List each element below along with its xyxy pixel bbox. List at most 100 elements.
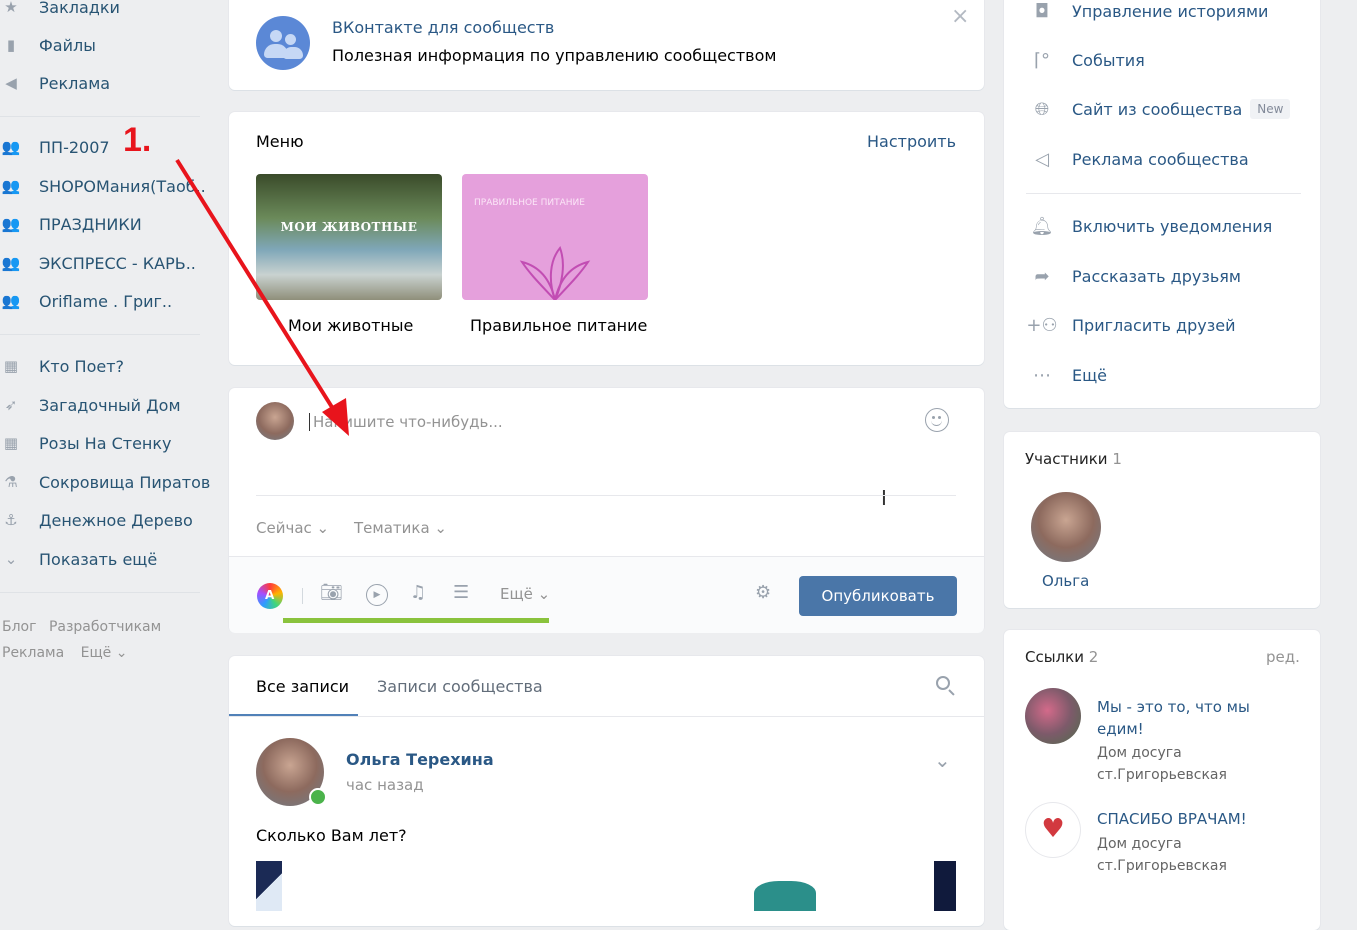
post-text: Сколько Вам лет? — [256, 826, 407, 845]
sidebar-app-item[interactable]: ▦ Розы На Стенку — [0, 428, 172, 458]
members-card: Участники 1 Ольга — [1004, 432, 1320, 608]
link-subtitle: Дом досуга ст.Григорьевская — [1097, 836, 1227, 874]
menu-item-thumb-animals[interactable]: МОИ ЖИВОТНЫЕ — [256, 174, 442, 300]
community-site-item[interactable]: 🌐︎ Сайт из сообщества New — [1024, 94, 1291, 124]
post-menu-chevron-icon[interactable]: ⌄ — [934, 748, 951, 772]
gear-icon[interactable]: ⚙ — [755, 582, 771, 603]
text-cursor-icon: I — [881, 486, 887, 510]
menu-item-thumb-nutrition[interactable]: ПРАВИЛЬНОЕ ПИТАНИЕ — [462, 174, 648, 300]
footer-blog-link[interactable]: Блог — [2, 619, 36, 635]
sidebar-app-item[interactable]: ⚓ Денежное Дерево — [0, 505, 193, 535]
menu-card: Меню Настроить МОИ ЖИВОТНЫЕ Мои животные… — [229, 112, 984, 365]
members-title[interactable]: Участники 1 — [1025, 450, 1122, 468]
events-item[interactable]: ⌈° События — [1024, 45, 1145, 75]
anchor-icon: ⚓ — [4, 511, 18, 529]
megaphone-icon: ◀ — [5, 74, 17, 92]
sidebar-item-bookmarks[interactable]: ★ Закладки — [0, 0, 120, 22]
online-status-dot — [309, 788, 327, 806]
toolbar-divider — [302, 588, 303, 604]
more-item[interactable]: ⋯ Ещё — [1024, 360, 1107, 390]
links-title[interactable]: Ссылки 2 — [1025, 648, 1098, 666]
link-title[interactable]: Мы - это то, что мы едим! — [1097, 696, 1287, 740]
rocket-icon: ➶ — [4, 396, 18, 414]
links-card: Ссылки 2 ред. Мы - это то, что мы едим! … — [1004, 630, 1320, 930]
post-image-fragment — [256, 861, 282, 911]
music-icon[interactable]: ♫ — [410, 582, 426, 603]
group-icon: 👥 — [1, 177, 21, 195]
megaphone-icon: ◁ — [1035, 148, 1049, 170]
footer-ads-link[interactable]: Реклама — [2, 645, 64, 661]
footer-dev-link[interactable]: Разработчикам — [49, 619, 161, 635]
search-icon[interactable] — [936, 676, 955, 696]
app-icon: ▦ — [3, 357, 19, 375]
publish-button[interactable]: Опубликовать — [799, 576, 957, 616]
link-title[interactable]: СПАСИБО ВРАЧАМ! — [1097, 808, 1287, 830]
link-thumbnail[interactable]: ♥ — [1025, 802, 1081, 858]
post-input[interactable]: Напишите что-нибудь... — [309, 413, 869, 431]
promo-text: Полезная информация по управлению сообще… — [332, 46, 777, 65]
post-time-select[interactable]: Сейчас ⌄ — [256, 519, 329, 537]
sidebar-group-item[interactable]: 👥 ПП-2007 — [0, 132, 110, 162]
photo-icon[interactable]: 📷︎ — [320, 582, 343, 603]
flask-icon: ⚗ — [4, 473, 18, 491]
flower-illustration — [519, 246, 591, 300]
tab-all-posts[interactable]: Все записи — [256, 677, 349, 696]
bell-icon: 🔔︎ — [1030, 215, 1054, 237]
globe-icon: 🌐︎ — [1034, 98, 1050, 120]
events-icon: ⌈° — [1033, 49, 1051, 71]
more-icon: ⋯ — [1033, 364, 1051, 386]
sidebar-group-item[interactable]: 👥 SHOPОМания(Таоб.. — [0, 171, 206, 201]
menu-item-caption[interactable]: Правильное питание — [470, 316, 647, 335]
chevron-down-icon: ⌄ — [4, 550, 18, 568]
member-avatar[interactable] — [1031, 492, 1101, 562]
link-subtitle: Дом досуга ст.Григорьевская — [1097, 745, 1227, 783]
right-menu-divider — [1026, 193, 1301, 194]
links-edit-link[interactable]: ред. — [1266, 648, 1300, 666]
sidebar-app-item[interactable]: ➶ Загадочный Дом — [0, 390, 181, 420]
menu-item-caption[interactable]: Мои животные — [288, 316, 413, 335]
attachments-highlight-underline — [283, 618, 549, 623]
menu-configure-link[interactable]: Настроить — [867, 132, 956, 151]
add-friend-icon: +⚇ — [1026, 314, 1058, 336]
community-ads-item[interactable]: ◁ Реклама сообщества — [1024, 144, 1249, 174]
sidebar-item-files[interactable]: ▮ Файлы — [0, 30, 96, 60]
link-thumbnail[interactable] — [1025, 688, 1081, 744]
video-icon[interactable]: ▶ — [366, 584, 388, 606]
manage-stories-item[interactable]: ◘ Управление историями — [1024, 0, 1269, 26]
more-attachments-button[interactable]: Ещё ⌄ — [500, 585, 550, 603]
sidebar-divider — [0, 116, 200, 117]
share-icon: ➦ — [1034, 265, 1050, 287]
theme-picker-icon[interactable]: A — [257, 583, 283, 609]
annotation-label: 1. — [123, 121, 152, 159]
enable-notifications-item[interactable]: 🔔︎ Включить уведомления — [1024, 211, 1273, 241]
sidebar-item-ads[interactable]: ◀ Реклама — [0, 68, 110, 98]
promo-title[interactable]: ВКонтакте для сообществ — [332, 18, 554, 37]
invite-friends-item[interactable]: +⚇ Пригласить друзей — [1024, 310, 1235, 340]
avatar — [256, 402, 294, 440]
sidebar-divider — [0, 592, 200, 593]
footer-more-link[interactable]: Ещё ⌄ — [81, 645, 128, 661]
app-icon: ▦ — [3, 434, 19, 452]
show-more-button[interactable]: ⌄ Показать ещё — [0, 544, 158, 574]
sidebar-group-item[interactable]: 👥 Oriflame . Григ.. — [0, 286, 172, 316]
group-icon: 👥 — [1, 138, 21, 156]
emoji-icon[interactable] — [925, 408, 949, 432]
share-item[interactable]: ➦ Рассказать друзьям — [1024, 261, 1241, 291]
composer-divider — [256, 495, 956, 496]
sidebar-app-item[interactable]: ⚗ Сокровища Пиратов — [0, 467, 210, 497]
group-icon: 👥 — [1, 254, 21, 272]
group-icon: 👥 — [1, 292, 21, 310]
sidebar-app-item[interactable]: ▦ Кто Поет? — [0, 351, 124, 381]
post-author[interactable]: Ольга Терехина — [346, 750, 494, 769]
article-icon[interactable]: ☰ — [453, 582, 469, 603]
new-badge: New — [1250, 99, 1291, 119]
tab-community-posts[interactable]: Записи сообщества — [377, 677, 543, 696]
post-time[interactable]: час назад — [346, 776, 424, 794]
post-topic-select[interactable]: Тематика ⌄ — [354, 519, 447, 537]
sidebar-divider — [0, 334, 200, 335]
file-icon: ▮ — [6, 36, 16, 54]
close-icon[interactable]: × — [951, 4, 969, 29]
member-name[interactable]: Ольга — [1042, 572, 1089, 590]
sidebar-group-item[interactable]: 👥 ПРАЗДНИКИ — [0, 209, 142, 239]
sidebar-group-item[interactable]: 👥 ЭКСПРЕСС - КАРЬ.. — [0, 248, 196, 278]
